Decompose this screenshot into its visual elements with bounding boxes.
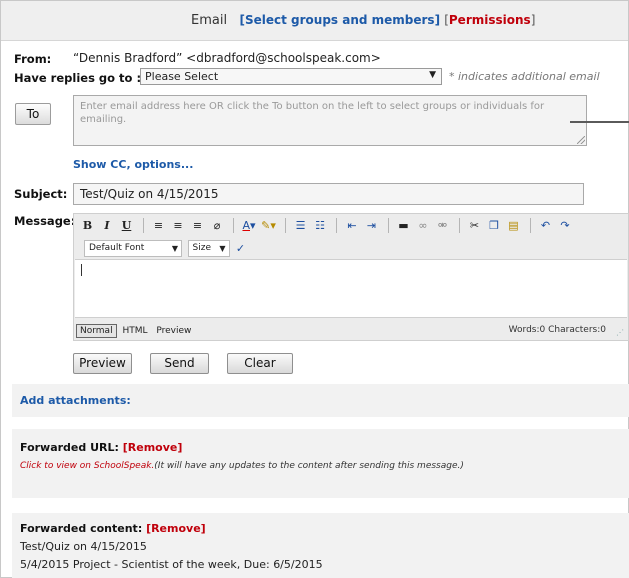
forwarded-url-note: Click to view on SchoolSpeak.(It will ha… [20,461,464,471]
horizontal-rule-icon[interactable]: ▬ [396,217,411,234]
to-placeholder: Enter email address here OR click the To… [80,101,545,125]
message-editor: B I U ≡ ≡ ≡ ⌀ A▾ ✎▾ ☰ ☷ ⇤ ⇥ ▬ ∞ ⚮ ✂ ❐ ▤ … [73,213,629,341]
select-groups-link[interactable]: [Select groups and members] [239,13,440,27]
align-left-icon[interactable]: ≡ [151,217,166,234]
bold-button[interactable]: B [80,217,95,234]
forwarded-url-label: Forwarded URL: [20,441,119,454]
subject-label: Subject: [14,187,68,201]
show-cc-link[interactable]: Show CC, options... [73,158,193,171]
add-attachments-link[interactable]: Add attachments: [20,394,131,407]
view-on-schoolspeak-link[interactable]: Click to view on SchoolSpeak. [20,461,154,471]
to-recipients-field[interactable]: Enter email address here OR click the To… [73,95,587,146]
forwarded-url-disclaimer: (It will have any updates to the content… [154,461,464,471]
to-button[interactable]: To [15,103,51,125]
editor-mode-tabs: Normal HTML Preview [76,324,194,338]
link-icon[interactable]: ∞ [416,217,431,234]
toolbar-divider [142,218,144,233]
replies-label: Have replies go to : [14,71,142,85]
replies-selected-value: Please Select [145,70,219,83]
chevron-down-icon: ▼ [171,244,178,253]
forwarded-content-line: 5/4/2015 Project - Scientist of the week… [20,558,323,571]
resize-grip-icon[interactable] [577,136,585,144]
toolbar-divider [284,218,286,233]
chevron-down-icon: ▼ [429,70,436,80]
clear-button[interactable]: Clear [227,353,293,374]
word-character-counter: Words:0 Characters:0 [508,325,606,335]
email-header: Email [Select groups and members] [Permi… [1,1,628,41]
indent-icon[interactable]: ⇥ [364,217,379,234]
attachments-section: Add attachments: [12,384,629,417]
font-select-value: Default Font [89,243,145,253]
size-select-value: Size [192,243,211,253]
forwarded-content-title: Forwarded content: [Remove] [20,522,206,535]
toolbar-divider [233,218,234,233]
spellcheck-icon[interactable]: ✓ [233,240,248,257]
forwarded-url-title: Forwarded URL: [Remove] [20,441,182,454]
toolbar-divider [458,218,460,233]
ordered-list-icon[interactable]: ☰ [293,217,308,234]
forwarded-content-line: Test/Quiz on 4/15/2015 [20,540,147,553]
eraser-icon[interactable]: ⌀ [210,217,225,234]
highlight-icon[interactable]: ✎▾ [261,217,276,234]
send-button[interactable]: Send [150,353,209,374]
paste-icon[interactable]: ▤ [506,217,521,234]
toolbar-divider [387,218,389,233]
editor-toolbar-row-2: Default Font ▼ Size ▼ ✓ [80,240,249,258]
bracket-close: ] [530,13,536,27]
underline-button[interactable]: U [119,217,134,234]
mode-preview-tab[interactable]: Preview [153,325,194,337]
editor-resize-icon[interactable]: ⋰ [616,328,624,337]
forwarded-content-section: Forwarded content: [Remove] Test/Quiz on… [12,513,629,578]
chevron-down-icon: ▼ [219,244,226,253]
page-title: Email [191,13,228,28]
subject-input[interactable]: Test/Quiz on 4/15/2015 [73,183,584,205]
unordered-list-icon[interactable]: ☷ [313,217,328,234]
remove-forwarded-url-link[interactable]: [Remove] [123,441,183,454]
font-color-icon[interactable]: A▾ [242,217,257,234]
copy-icon[interactable]: ❐ [487,217,502,234]
mode-html-tab[interactable]: HTML [119,325,150,337]
redo-icon[interactable]: ↷ [558,217,573,234]
text-caret [81,264,82,276]
from-value: “Dennis Bradford” <dbradford@schoolspeak… [73,51,381,65]
italic-button[interactable]: I [100,217,115,234]
preview-button[interactable]: Preview [73,353,132,374]
unlink-icon[interactable]: ⚮ [435,217,450,234]
mode-normal-tab[interactable]: Normal [76,324,117,338]
font-family-select[interactable]: Default Font ▼ [84,240,182,257]
undo-icon[interactable]: ↶ [538,217,553,234]
font-size-select[interactable]: Size ▼ [187,240,230,257]
annotation-pointer [570,121,629,123]
additional-email-hint: * indicates additional email [449,70,600,83]
toolbar-divider [529,218,531,233]
remove-forwarded-content-link[interactable]: [Remove] [146,522,206,535]
replies-select[interactable]: Please Select ▼ [140,68,442,85]
toolbar-divider [336,218,337,233]
permissions-link[interactable]: Permissions [449,13,531,27]
message-body-input[interactable] [75,259,627,318]
outdent-icon[interactable]: ⇤ [345,217,360,234]
forwarded-content-label: Forwarded content: [20,522,143,535]
align-center-icon[interactable]: ≡ [171,217,186,234]
cut-icon[interactable]: ✂ [467,217,482,234]
align-right-icon[interactable]: ≡ [190,217,205,234]
from-label: From: [14,52,52,66]
message-label: Message: [14,214,76,228]
forwarded-url-section: Forwarded URL: [Remove] Click to view on… [12,429,629,498]
editor-toolbar-row-1: B I U ≡ ≡ ≡ ⌀ A▾ ✎▾ ☰ ☷ ⇤ ⇥ ▬ ∞ ⚮ ✂ ❐ ▤ … [80,217,574,235]
